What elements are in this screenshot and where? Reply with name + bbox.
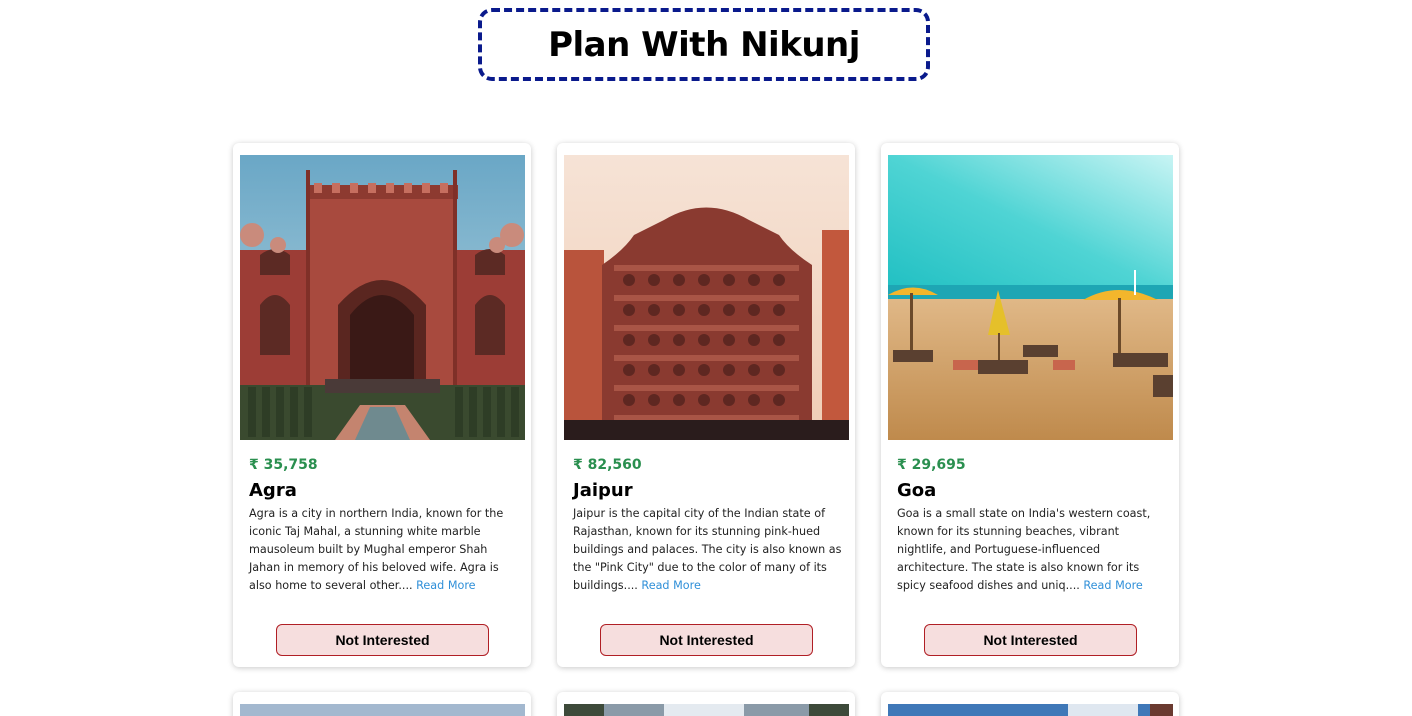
- not-interested-button[interactable]: Not Interested: [600, 624, 813, 656]
- tour-name: Agra: [249, 480, 297, 501]
- tour-price: ₹ 82,560: [573, 457, 642, 473]
- tour-price: ₹ 35,758: [249, 457, 318, 473]
- tour-card: ₹ 29,695 Goa Goa is a small state on Ind…: [881, 143, 1179, 667]
- tour-description: Agra is a city in northern India, known …: [249, 505, 521, 595]
- read-more-link[interactable]: Read More: [641, 579, 700, 592]
- tour-image-agra: [240, 155, 525, 440]
- tour-card-partial: [233, 692, 531, 716]
- tour-image-partial: [564, 704, 849, 716]
- tour-image-partial: [888, 704, 1173, 716]
- read-more-link[interactable]: Read More: [416, 579, 475, 592]
- title-box: Plan With Nikunj: [478, 8, 930, 81]
- page: Plan With Nikunj ₹ 35,758 Agra Agra is a…: [0, 0, 1412, 716]
- tour-image-jaipur: [564, 155, 849, 440]
- tour-card: ₹ 82,560 Jaipur Jaipur is the capital ci…: [557, 143, 855, 667]
- tour-name: Jaipur: [573, 480, 633, 501]
- not-interested-button[interactable]: Not Interested: [924, 624, 1137, 656]
- tour-price: ₹ 29,695: [897, 457, 966, 473]
- tour-image-partial: [240, 704, 525, 716]
- tour-description: Jaipur is the capital city of the Indian…: [573, 505, 845, 595]
- page-title: Plan With Nikunj: [548, 24, 860, 65]
- tour-description: Goa is a small state on India's western …: [897, 505, 1169, 595]
- not-interested-button[interactable]: Not Interested: [276, 624, 489, 656]
- tour-description-text: Jaipur is the capital city of the Indian…: [573, 507, 842, 592]
- tour-card-partial: [557, 692, 855, 716]
- read-more-link[interactable]: Read More: [1083, 579, 1142, 592]
- tour-card: ₹ 35,758 Agra Agra is a city in northern…: [233, 143, 531, 667]
- tour-image-goa: [888, 155, 1173, 440]
- tour-name: Goa: [897, 480, 937, 501]
- tour-card-partial: [881, 692, 1179, 716]
